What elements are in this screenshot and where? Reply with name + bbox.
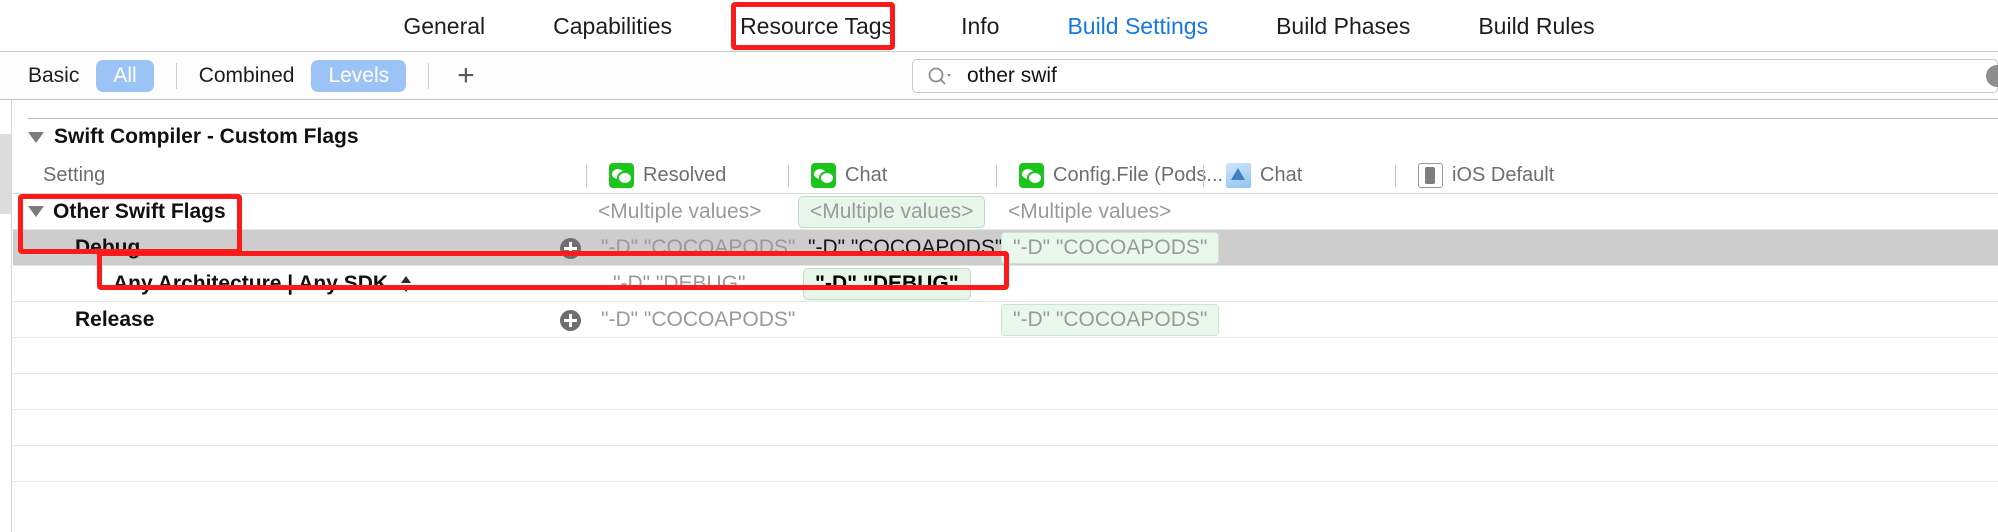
left-scrollbar-gutter[interactable] — [0, 100, 12, 532]
tab-build-rules[interactable]: Build Rules — [1444, 0, 1628, 52]
column-header-resolved[interactable]: Resolved — [586, 163, 726, 188]
row-value-resolved[interactable]: <Multiple values> — [598, 200, 761, 224]
section-header-swift-compiler-custom-flags[interactable]: Swift Compiler - Custom Flags — [28, 125, 359, 149]
filter-all[interactable]: All — [96, 59, 154, 92]
column-divider — [586, 164, 587, 187]
build-settings-table: Swift Compiler - Custom Flags Setting Re… — [0, 100, 1998, 532]
filter-divider-2 — [428, 62, 430, 89]
search-input-value[interactable]: other swif — [967, 64, 1057, 88]
column-header-row: Setting Resolved Chat Config.File (Pods.… — [13, 158, 1998, 194]
wechat-icon — [1019, 163, 1044, 188]
row-label-any-architecture-any-sdk[interactable]: Any Architecture | Any SDK — [113, 271, 412, 296]
table-row[interactable]: Debug "-D" "COCOAPODS" "-D" "COCOAPODS" … — [13, 230, 1998, 266]
row-value-config-file[interactable]: "-D" "COCOAPODS" — [1001, 231, 1220, 264]
build-settings-filterbar: Basic All Combined Levels + other swif — [0, 52, 1998, 100]
table-row-empty — [13, 446, 1998, 482]
table-row-empty — [13, 410, 1998, 446]
column-header-chat-config-label: Chat — [1260, 164, 1303, 186]
column-divider — [788, 164, 789, 187]
row-value-resolved[interactable]: "-D" "COCOAPODS" — [601, 236, 795, 260]
triangle-down-icon[interactable] — [28, 131, 44, 143]
table-row[interactable]: Release "-D" "COCOAPODS" "-D" "COCOAPODS… — [13, 302, 1998, 338]
scrollbar-thumb[interactable] — [0, 134, 11, 214]
filter-divider-1 — [175, 62, 177, 89]
search-icon — [927, 66, 953, 86]
add-value-icon[interactable] — [560, 238, 581, 259]
ios-device-icon — [1418, 163, 1443, 188]
row-label-release[interactable]: Release — [75, 308, 154, 332]
filter-basic[interactable]: Basic — [28, 64, 79, 88]
row-value-chat[interactable]: "-D" "DEBUG" — [803, 267, 971, 300]
triangle-down-icon[interactable] — [28, 206, 44, 217]
tab-capabilities[interactable]: Capabilities — [519, 0, 706, 52]
tab-resource-tags[interactable]: Resource Tags — [706, 0, 927, 52]
wechat-icon — [609, 163, 634, 188]
search-field-wrapper: other swif — [912, 59, 1998, 93]
row-value-chat[interactable]: "-D" "COCOAPODS" — [808, 236, 1002, 260]
tab-general[interactable]: General — [369, 0, 519, 52]
filter-levels[interactable]: Levels — [311, 59, 407, 92]
column-header-resolved-label: Resolved — [643, 164, 727, 186]
stepper-icon[interactable] — [401, 275, 412, 292]
row-value-config-file[interactable]: <Multiple values> — [1008, 200, 1171, 224]
tab-build-phases[interactable]: Build Phases — [1242, 0, 1444, 52]
row-label-text: Debug — [75, 235, 141, 259]
column-header-config-file-label: Config.File (Pods... — [1053, 164, 1224, 186]
add-setting-button[interactable]: + — [451, 60, 481, 91]
row-value-config-file[interactable]: "-D" "COCOAPODS" — [1001, 303, 1220, 336]
row-label-text: Other Swift Flags — [53, 199, 226, 223]
column-header-ios-default[interactable]: iOS Default — [1395, 163, 1554, 188]
table-content: Swift Compiler - Custom Flags Setting Re… — [13, 100, 1998, 532]
row-value-chat[interactable]: <Multiple values> — [798, 195, 986, 228]
tab-list: General Capabilities Resource Tags Info … — [369, 0, 1628, 52]
column-divider — [996, 164, 997, 187]
column-header-chat-config[interactable]: Chat — [1203, 163, 1302, 188]
wechat-icon — [811, 163, 836, 188]
table-row[interactable]: Any Architecture | Any SDK "-D" "DEBUG" … — [13, 266, 1998, 302]
column-header-chat-label: Chat — [845, 164, 888, 186]
section-separator — [28, 118, 1998, 119]
tab-info[interactable]: Info — [927, 0, 1033, 52]
table-row[interactable]: Other Swift Flags <Multiple values> <Mul… — [13, 194, 1998, 230]
tab-build-settings[interactable]: Build Settings — [1033, 0, 1242, 52]
add-value-icon[interactable] — [560, 310, 581, 331]
row-label-debug[interactable]: Debug — [75, 236, 140, 260]
row-value-resolved[interactable]: "-D" "DEBUG" — [613, 272, 746, 296]
section-header-label: Swift Compiler - Custom Flags — [54, 125, 359, 148]
filter-combined[interactable]: Combined — [199, 64, 295, 88]
column-header-config-file[interactable]: Config.File (Pods... — [996, 163, 1223, 188]
table-row-empty — [13, 374, 1998, 410]
column-header-ios-default-label: iOS Default — [1452, 164, 1555, 186]
search-field[interactable]: other swif — [912, 59, 1998, 93]
column-divider — [1203, 164, 1204, 187]
column-header-chat-wechat[interactable]: Chat — [788, 163, 887, 188]
column-divider — [1395, 164, 1396, 187]
project-editor-tabbar: General Capabilities Resource Tags Info … — [0, 0, 1998, 52]
row-value-resolved[interactable]: "-D" "COCOAPODS" — [601, 308, 795, 332]
row-label-text: Release — [75, 307, 155, 331]
document-icon — [1226, 163, 1251, 188]
column-header-setting-label: Setting — [43, 164, 106, 186]
column-header-setting[interactable]: Setting — [43, 164, 105, 187]
table-row-empty — [13, 338, 1998, 374]
row-label-text: Any Architecture | Any SDK — [113, 271, 389, 295]
row-label-other-swift-flags[interactable]: Other Swift Flags — [28, 200, 226, 224]
